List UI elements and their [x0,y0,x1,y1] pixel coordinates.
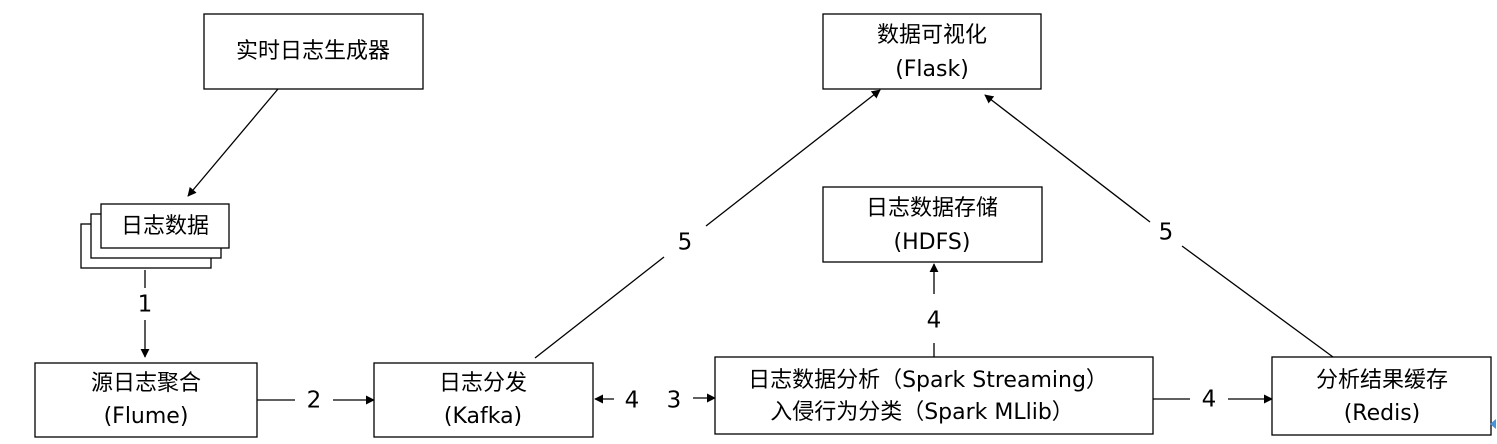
edge-redis-to-flask-a [1181,245,1334,358]
architecture-diagram: 1 2 4 3 4 4 5 5 实时日志生成器 日志数据 源日志聚合 (Flum… [34,13,1496,438]
node-spark-line1: 日志数据分析（Spark Streaming） [748,368,1108,393]
edge-label-4-kafka: 4 [625,388,640,414]
node-redis-line1: 分析结果缓存 [1316,368,1448,393]
node-log-data-label: 日志数据 [121,214,209,239]
node-spark: 日志数据分析（Spark Streaming） 入侵行为分类（Spark MLl… [714,356,1154,435]
node-flask-line2: (Flask) [895,57,969,82]
edge-label-5-kafka: 5 [678,230,693,256]
edge-label-4-hdfs: 4 [927,308,942,334]
node-log-generator-label: 实时日志生成器 [236,39,390,64]
node-kafka: 日志分发 (Kafka) [373,362,594,438]
node-flask-line1: 数据可视化 [877,23,987,48]
node-redis: 分析结果缓存 (Redis) [1271,356,1492,436]
node-spark-line2: 入侵行为分类（Spark MLlib） [770,400,1074,425]
node-kafka-line2: (Kafka) [444,404,522,429]
edge-kafka-to-flask-a [534,256,665,359]
node-hdfs-line2: (HDFS) [894,230,971,255]
edge-label-4-redis: 4 [1202,387,1217,413]
node-log-generator: 实时日志生成器 [203,13,424,90]
node-hdfs: 日志数据存储 (HDFS) [822,186,1043,263]
edge-label-1: 1 [138,292,153,318]
node-flume-line1: 源日志聚合 [91,371,201,396]
node-flume-line2: (Flume) [104,404,189,429]
node-kafka-line1: 日志分发 [439,371,527,396]
edge-generator-to-logdata [187,88,279,197]
edge-label-2: 2 [307,388,322,414]
node-log-data: 日志数据 [80,203,230,269]
edge-label-3: 3 [667,388,682,414]
node-flume: 源日志聚合 (Flume) [34,362,258,438]
node-hdfs-line1: 日志数据存储 [866,196,998,221]
node-redis-line2: (Redis) [1344,401,1421,426]
node-flask: 数据可视化 (Flask) [822,13,1042,90]
edge-label-5-redis: 5 [1159,220,1174,246]
